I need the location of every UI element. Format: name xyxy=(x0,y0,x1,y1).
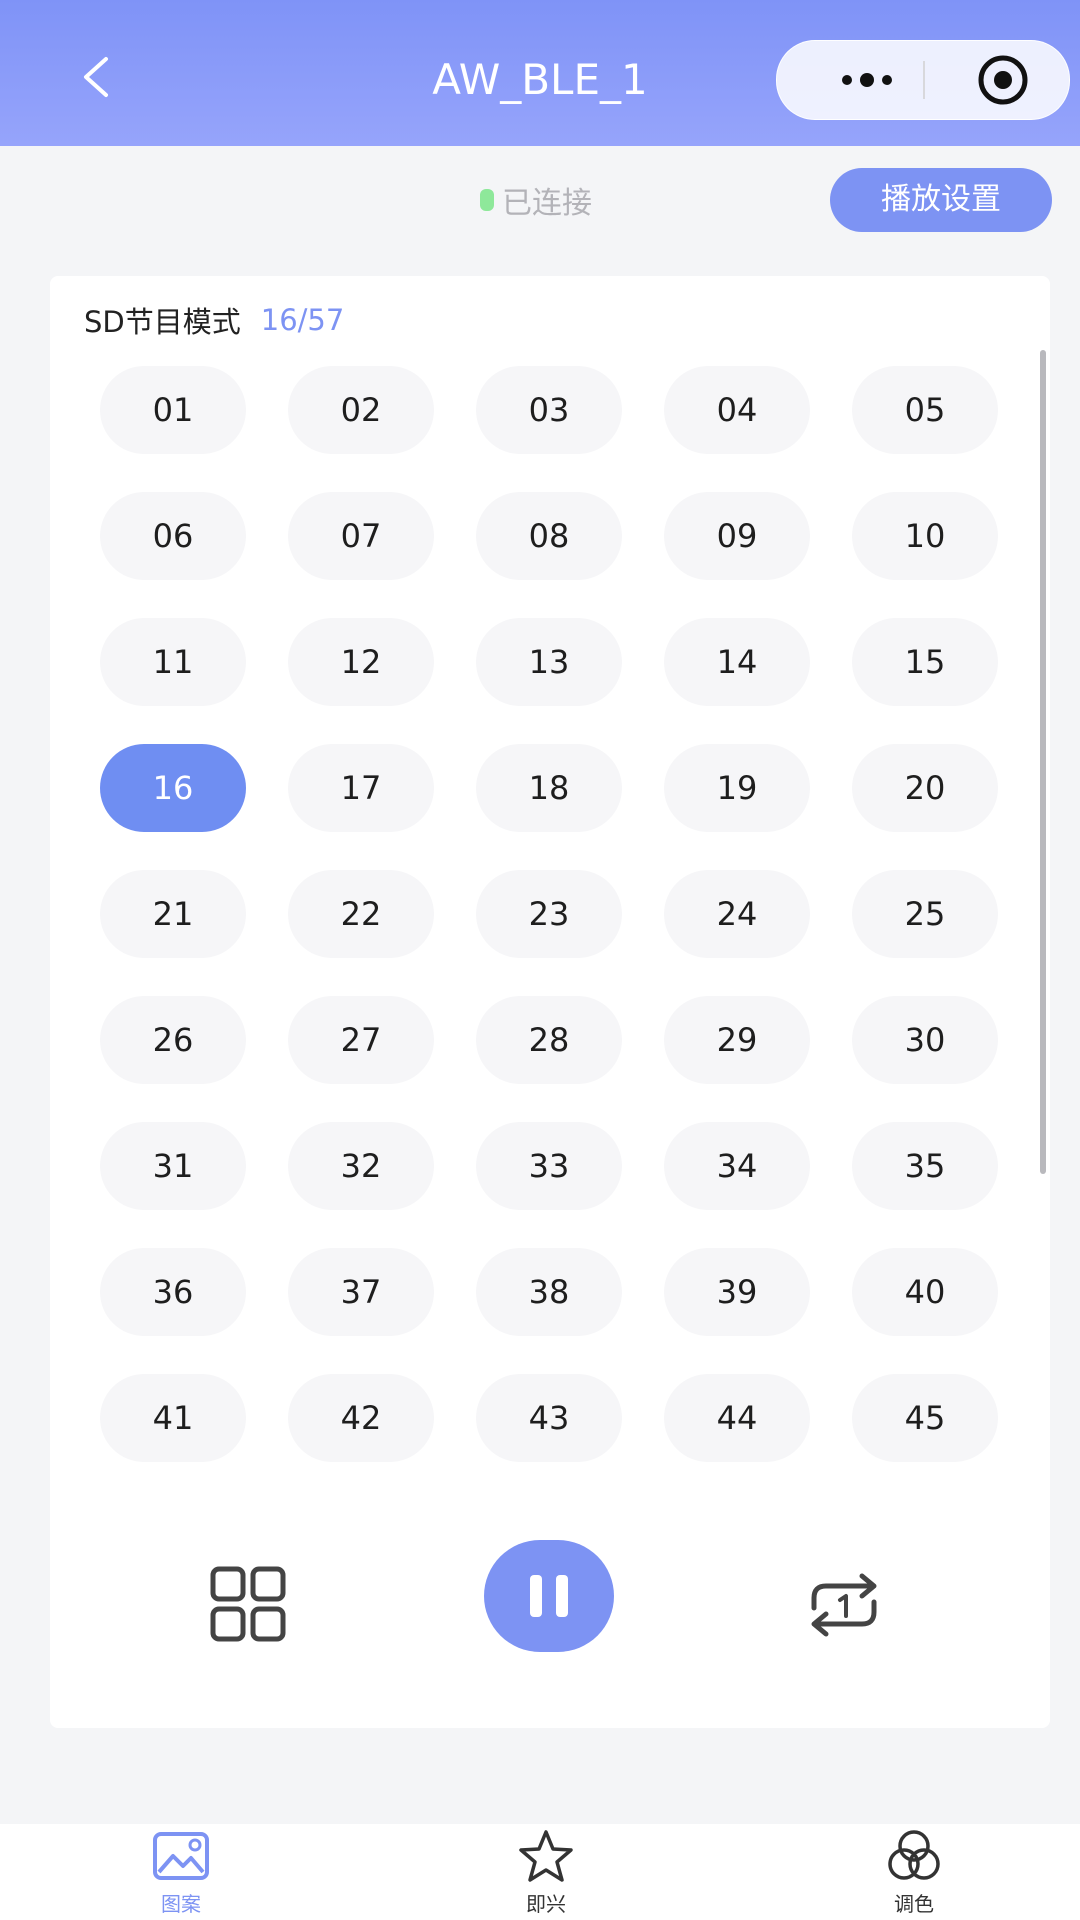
mode-count: 16/57 xyxy=(260,303,345,337)
connection-status: 已连接 xyxy=(480,178,592,222)
program-item[interactable]: 40 xyxy=(852,1248,998,1336)
capsule-divider xyxy=(923,61,925,99)
program-item[interactable]: 31 xyxy=(100,1122,246,1210)
program-item[interactable]: 10 xyxy=(852,492,998,580)
program-item[interactable]: 37 xyxy=(288,1248,434,1336)
mode-label: SD节目模式 xyxy=(84,305,241,339)
program-item[interactable]: 20 xyxy=(852,744,998,832)
program-item[interactable]: 13 xyxy=(476,618,622,706)
connection-status-text: 已连接 xyxy=(502,186,592,221)
program-item[interactable]: 44 xyxy=(664,1374,810,1462)
program-item[interactable]: 34 xyxy=(664,1122,810,1210)
grid-view-button[interactable] xyxy=(210,1566,286,1642)
program-item[interactable]: 19 xyxy=(664,744,810,832)
tab-pattern[interactable]: 图案 xyxy=(121,1824,241,1920)
program-item[interactable]: 36 xyxy=(100,1248,246,1336)
program-item[interactable]: 03 xyxy=(476,366,622,454)
program-item[interactable]: 41 xyxy=(100,1374,246,1462)
target-circle-icon xyxy=(978,55,1028,105)
program-item[interactable]: 09 xyxy=(664,492,810,580)
program-item[interactable]: 06 xyxy=(100,492,246,580)
program-item[interactable]: 23 xyxy=(476,870,622,958)
repeat-one-icon xyxy=(811,1573,877,1637)
program-item[interactable]: 43 xyxy=(476,1374,622,1462)
chevron-left-icon xyxy=(84,57,108,97)
scrollbar[interactable] xyxy=(1040,350,1046,1174)
program-item[interactable]: 22 xyxy=(288,870,434,958)
pause-button[interactable] xyxy=(484,1540,614,1652)
playback-controls xyxy=(50,1540,1050,1670)
program-item[interactable]: 14 xyxy=(664,618,810,706)
star-icon xyxy=(519,1830,573,1882)
mode-header: SD节目模式 16/57 xyxy=(84,292,344,348)
program-item[interactable]: 01 xyxy=(100,366,246,454)
palette-icon xyxy=(888,1830,940,1880)
connected-indicator xyxy=(480,189,494,211)
play-settings-button[interactable]: 播放设置 xyxy=(830,168,1052,232)
program-item[interactable]: 39 xyxy=(664,1248,810,1336)
pause-icon xyxy=(530,1575,568,1617)
program-card: SD节目模式 16/57 01 02 03 04 05 06 07 08 09 10 11 12 13 1… xyxy=(50,276,1050,1728)
program-item[interactable]: 30 xyxy=(852,996,998,1084)
tab-label: 即兴 xyxy=(526,1892,566,1916)
program-item[interactable]: 16 xyxy=(100,744,246,832)
more-button[interactable] xyxy=(817,41,917,119)
tab-palette[interactable]: 调色 xyxy=(854,1824,974,1920)
close-mini-program-button[interactable] xyxy=(953,41,1053,119)
bottom-tab-bar: 图案 即兴 调色 xyxy=(0,1824,1080,1920)
more-dots-icon xyxy=(842,73,892,87)
mini-program-capsule xyxy=(776,40,1070,120)
program-item[interactable]: 42 xyxy=(288,1374,434,1462)
program-item[interactable]: 17 xyxy=(288,744,434,832)
program-item[interactable]: 27 xyxy=(288,996,434,1084)
program-item[interactable]: 35 xyxy=(852,1122,998,1210)
program-item[interactable]: 45 xyxy=(852,1374,998,1462)
program-item[interactable]: 25 xyxy=(852,870,998,958)
program-item[interactable]: 08 xyxy=(476,492,622,580)
grid-icon xyxy=(210,1566,286,1642)
program-item[interactable]: 24 xyxy=(664,870,810,958)
tab-label: 图案 xyxy=(161,1892,201,1916)
program-item[interactable]: 07 xyxy=(288,492,434,580)
program-item[interactable]: 38 xyxy=(476,1248,622,1336)
program-item[interactable]: 26 xyxy=(100,996,246,1084)
page-title: AW_BLE_1 xyxy=(432,55,648,104)
program-item[interactable]: 33 xyxy=(476,1122,622,1210)
program-item[interactable]: 02 xyxy=(288,366,434,454)
program-item[interactable]: 32 xyxy=(288,1122,434,1210)
program-item[interactable]: 04 xyxy=(664,366,810,454)
program-item[interactable]: 05 xyxy=(852,366,998,454)
tab-improvise[interactable]: 即兴 xyxy=(486,1824,606,1920)
program-item[interactable]: 18 xyxy=(476,744,622,832)
program-item[interactable]: 12 xyxy=(288,618,434,706)
program-item[interactable]: 28 xyxy=(476,996,622,1084)
program-grid: 01 02 03 04 05 06 07 08 09 10 11 12 13 14 15 16 17 18 19 20… xyxy=(100,366,1020,1462)
tab-label: 调色 xyxy=(894,1892,934,1916)
program-item[interactable]: 21 xyxy=(100,870,246,958)
nav-header: AW_BLE_1 xyxy=(0,0,1080,146)
image-icon xyxy=(153,1832,209,1880)
back-button[interactable] xyxy=(70,52,120,102)
repeat-one-button[interactable] xyxy=(802,1570,886,1640)
program-item[interactable]: 15 xyxy=(852,618,998,706)
program-grid-scroll[interactable]: 01 02 03 04 05 06 07 08 09 10 11 12 13 14 15 16 17 18 19 20… xyxy=(50,366,1050,1496)
program-item[interactable]: 11 xyxy=(100,618,246,706)
program-item[interactable]: 29 xyxy=(664,996,810,1084)
